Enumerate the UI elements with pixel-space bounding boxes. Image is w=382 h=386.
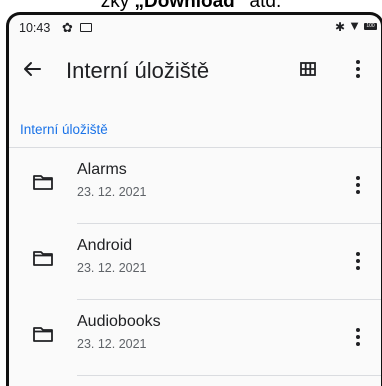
folder-icon	[33, 327, 53, 342]
list-item[interactable]: Android 23. 12. 2021	[9, 224, 381, 300]
app-bar: Interní úložiště	[9, 41, 381, 103]
grid-view-icon	[300, 62, 316, 76]
item-more-button[interactable]	[345, 170, 371, 200]
arrow-back-icon	[24, 62, 41, 76]
screen-cast-icon	[80, 23, 92, 32]
breadcrumb: Interní úložiště	[9, 103, 381, 147]
file-date: 23. 12. 2021	[77, 185, 147, 199]
phone-screen: 10:43 ✿ ✱ ▼ 100 Interní úložiště Interní…	[6, 12, 382, 386]
list-item[interactable]: Alarms 23. 12. 2021	[9, 148, 381, 224]
more-vert-icon	[356, 252, 360, 270]
wifi-icon: ▼	[348, 18, 361, 33]
battery-icon: 100	[364, 23, 377, 30]
item-more-button[interactable]	[345, 246, 371, 276]
more-vert-icon	[356, 60, 360, 78]
breadcrumb-item[interactable]: Interní úložiště	[20, 122, 108, 137]
more-vert-icon	[356, 176, 360, 194]
caption-prefix: zky	[100, 0, 135, 12]
more-vert-icon	[356, 328, 360, 346]
more-options-button[interactable]	[345, 55, 371, 83]
divider	[77, 375, 381, 376]
caption-quoted: „Download“	[134, 0, 245, 12]
file-list: Alarms 23. 12. 2021 Android 23. 12. 2021	[9, 148, 381, 376]
folder-icon	[33, 175, 53, 190]
caption-suffix: atd.	[244, 0, 282, 12]
status-time: 10:43	[19, 21, 51, 35]
back-button[interactable]	[17, 54, 47, 84]
status-bar: 10:43 ✿ ✱ ▼ 100	[9, 15, 381, 41]
file-name: Audiobooks	[77, 313, 161, 330]
bluetooth-icon: ✱	[334, 20, 345, 34]
file-name: Alarms	[77, 161, 127, 178]
file-date: 23. 12. 2021	[77, 337, 147, 351]
settings-gear-icon: ✿	[62, 20, 73, 35]
page-title: Interní úložiště	[66, 58, 210, 83]
grid-view-button[interactable]	[296, 57, 320, 81]
folder-icon	[33, 251, 53, 266]
list-item[interactable]: Audiobooks 23. 12. 2021	[9, 300, 381, 376]
file-date: 23. 12. 2021	[77, 261, 147, 275]
item-more-button[interactable]	[345, 322, 371, 352]
file-name: Android	[77, 237, 133, 254]
